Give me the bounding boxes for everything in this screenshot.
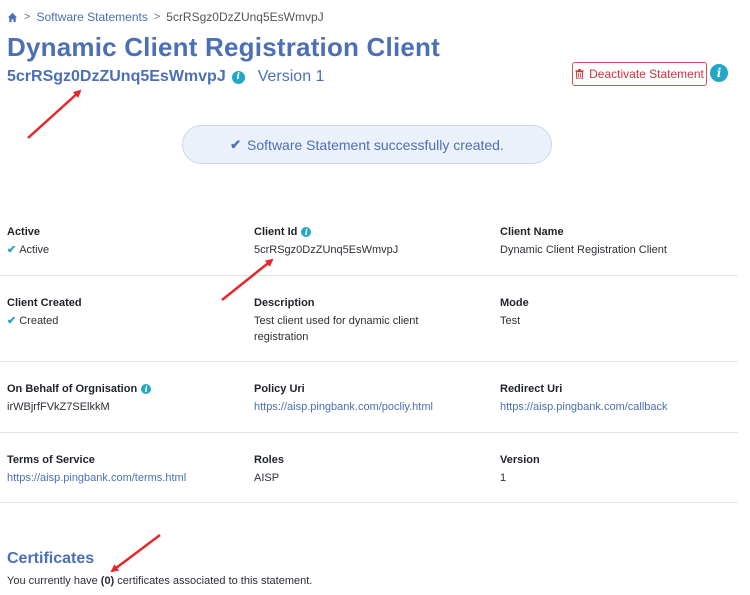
breadcrumb-separator: >: [153, 11, 161, 23]
info-icon[interactable]: i: [301, 227, 312, 237]
field-label: Client Id i: [254, 226, 398, 238]
terms-link[interactable]: https://aisp.pingbank.com/terms.html: [7, 472, 186, 484]
detail-row: Terms of Service https://aisp.pingbank.c…: [0, 454, 738, 503]
field-client-created: Client Created ✔ Created: [7, 297, 82, 329]
field-label: Version: [500, 454, 540, 466]
subtitle: 5crRSgz0DzZUnq5EsWmvpJ i Version 1: [7, 68, 324, 86]
mode-value: Test: [500, 315, 521, 327]
field-label: Terms of Service: [7, 454, 95, 466]
field-description: Description Test client used for dynamic…: [254, 297, 454, 345]
check-icon: ✔: [7, 244, 17, 256]
header-client-id: 5crRSgz0DzZUnq5EsWmvpJ: [7, 68, 226, 85]
home-icon[interactable]: [7, 12, 18, 23]
client-created-value: Created: [19, 315, 59, 327]
description-value: Test client used for dynamic client regi…: [254, 315, 419, 343]
certificates-text-after: certificates associated to this statemen…: [117, 575, 313, 587]
detail-row: Client Created ✔ Created Description Test…: [0, 297, 738, 362]
version-value: 1: [500, 472, 507, 484]
deactivate-statement-button[interactable]: Deactivate Statement: [572, 62, 707, 86]
field-value: https://aisp.pingbank.com/callback: [500, 399, 668, 415]
field-label: On Behalf of Orgnisation i: [7, 383, 152, 395]
checkmark-icon: ✔: [230, 136, 242, 152]
field-label: Redirect Uri: [500, 383, 563, 395]
field-label: Policy Uri: [254, 383, 305, 395]
breadcrumb-separator: >: [24, 11, 31, 23]
success-banner: ✔ Software Statement successfully create…: [182, 125, 552, 164]
field-active: Active ✔ Active: [7, 226, 49, 258]
client-id-value: 5crRSgz0DzZUnq5EsWmvpJ: [254, 244, 399, 256]
certificates-text-before: You currently have: [7, 575, 98, 587]
info-icon[interactable]: i: [231, 70, 245, 84]
field-mode: Mode Test: [500, 297, 529, 329]
roles-value: AISP: [254, 472, 280, 484]
field-version: Version 1: [500, 454, 540, 486]
field-label: Client Created: [7, 297, 82, 309]
field-label: Roles: [254, 454, 284, 466]
field-value: ✔ Active: [7, 242, 49, 258]
policy-uri-link[interactable]: https://aisp.pingbank.com/pocliy.html: [254, 401, 433, 413]
detail-row: On Behalf of Orgnisation i irWBjrfFVkZ7SE…: [0, 383, 738, 433]
success-message: Software Statement successfully created.: [247, 136, 504, 153]
help-info-icon[interactable]: i: [710, 64, 728, 82]
field-client-name: Client Name Dynamic Client Registration …: [500, 226, 667, 258]
check-icon: ✔: [7, 315, 17, 327]
field-label: Description: [254, 297, 315, 309]
field-label: Active: [7, 226, 41, 238]
field-label: Client Name: [500, 226, 564, 238]
header-version: Version 1: [257, 68, 325, 85]
deactivate-statement-label: Deactivate Statement: [589, 67, 704, 81]
field-redirect-uri: Redirect Uri https://aisp.pingbank.com/c…: [500, 383, 668, 415]
page-title: Dynamic Client Registration Client: [7, 32, 440, 62]
breadcrumb-link-software-statements[interactable]: Software Statements: [36, 10, 147, 24]
field-label: Mode: [500, 297, 529, 309]
on-behalf-label: On Behalf of Orgnisation: [7, 383, 138, 395]
client-id-label: Client Id: [254, 226, 298, 238]
certificates-heading: Certificates: [7, 550, 95, 567]
field-policy-uri: Policy Uri https://aisp.pingbank.com/poc…: [254, 383, 433, 415]
trash-icon: [575, 69, 584, 79]
field-terms: Terms of Service https://aisp.pingbank.c…: [7, 454, 186, 486]
field-roles: Roles AISP: [254, 454, 284, 486]
certificates-count: (0): [100, 575, 115, 587]
breadcrumb: > Software Statements > 5crRSgz0DzZUnq5E…: [7, 10, 324, 24]
field-value: https://aisp.pingbank.com/terms.html: [7, 470, 186, 486]
field-value: ✔ Created: [7, 313, 82, 329]
certificates-text: You currently have (0) certificates asso…: [7, 575, 312, 587]
field-client-id: Client Id i 5crRSgz0DzZUnq5EsWmvpJ: [254, 226, 398, 258]
active-value: Active: [19, 244, 50, 256]
breadcrumb-current: 5crRSgz0DzZUnq5EsWmvpJ: [166, 10, 324, 24]
on-behalf-value: irWBjrfFVkZ7SElkkM: [7, 401, 110, 413]
field-on-behalf: On Behalf of Orgnisation i irWBjrfFVkZ7SE…: [7, 383, 152, 415]
client-name-value: Dynamic Client Registration Client: [500, 244, 667, 256]
info-icon[interactable]: i: [141, 384, 152, 394]
redirect-uri-link[interactable]: https://aisp.pingbank.com/callback: [500, 401, 668, 413]
field-value: https://aisp.pingbank.com/pocliy.html: [254, 399, 433, 415]
detail-row: Active ✔ Active Client Id i 5crRSgz0DzZUnq…: [0, 226, 738, 276]
